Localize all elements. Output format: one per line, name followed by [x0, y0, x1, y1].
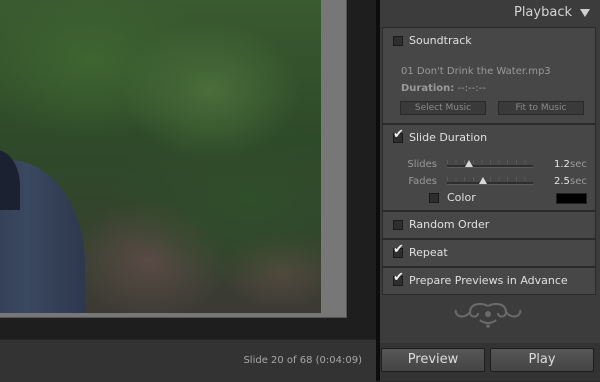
- slides-slider-thumb[interactable]: [464, 160, 473, 167]
- duration-value: --:--:--: [457, 83, 486, 94]
- panel-end-ornament-icon: [454, 303, 522, 328]
- random-order-section: Random Order: [382, 211, 596, 239]
- prepare-previews-checkbox[interactable]: ✔: [393, 271, 404, 286]
- soundtrack-checkbox[interactable]: [393, 36, 403, 46]
- check-mark-icon: ✔: [393, 127, 404, 142]
- repeat-checkbox[interactable]: ✔: [393, 243, 404, 258]
- slide-stage: Slide 20 of 68 (0:04:09): [0, 0, 376, 382]
- random-order-label: Random Order: [409, 218, 490, 231]
- check-mark-icon: ✔: [393, 270, 404, 285]
- slides-slider-track[interactable]: [447, 165, 533, 168]
- repeat-label: Repeat: [409, 246, 448, 259]
- random-order-toggle[interactable]: Random Order: [383, 212, 597, 238]
- collapse-triangle-icon[interactable]: [580, 9, 590, 17]
- color-label: Color: [447, 191, 476, 204]
- slides-value[interactable]: 1.2: [554, 159, 570, 170]
- check-mark-icon: ✔: [393, 242, 404, 257]
- prepare-previews-toggle[interactable]: ✔ Prepare Previews in Advance: [383, 268, 597, 294]
- color-swatch[interactable]: [556, 193, 587, 204]
- preview-button[interactable]: Preview: [381, 348, 485, 372]
- fades-value[interactable]: 2.5: [554, 176, 570, 187]
- fades-slider-label: Fades: [408, 176, 437, 187]
- duration-label: Duration:: [401, 83, 455, 94]
- prepare-previews-label: Prepare Previews in Advance: [409, 274, 568, 287]
- color-row: Color: [383, 190, 597, 208]
- status-bar: Slide 20 of 68 (0:04:09): [0, 339, 376, 382]
- fit-to-music-button[interactable]: Fit to Music: [498, 101, 584, 115]
- random-order-checkbox[interactable]: [393, 220, 403, 230]
- soundtrack-duration: Duration: --:--:--: [401, 83, 486, 94]
- soundtrack-file-name: 01 Don't Drink the Water.mp3: [401, 66, 551, 77]
- fades-slider-ticks: [447, 177, 533, 181]
- playback-panel: Playback Soundtrack 01 Don't Drink the W…: [380, 0, 600, 381]
- play-button[interactable]: Play: [490, 348, 594, 372]
- slide-duration-toggle[interactable]: ✔ Slide Duration: [383, 125, 597, 151]
- color-checkbox[interactable]: [429, 193, 439, 203]
- prepare-previews-section: ✔ Prepare Previews in Advance: [382, 267, 596, 295]
- fades-slider-track[interactable]: [447, 182, 533, 185]
- action-bar: Preview Play: [380, 343, 600, 381]
- slide-photo: [0, 0, 321, 313]
- panel-title: Playback: [513, 5, 572, 20]
- repeat-section: ✔ Repeat: [382, 239, 596, 267]
- fades-slider-thumb[interactable]: [479, 177, 488, 184]
- slide-frame: [0, 0, 347, 318]
- slide-duration-section: ✔ Slide Duration Slides 1.2 sec Fades 2.…: [382, 124, 596, 211]
- slide-duration-label: Slide Duration: [409, 131, 488, 144]
- soundtrack-toggle[interactable]: Soundtrack: [383, 28, 597, 54]
- soundtrack-section: Soundtrack 01 Don't Drink the Water.mp3 …: [382, 27, 596, 124]
- photo-subject-collar: [0, 150, 20, 210]
- slides-slider-row: Slides 1.2 sec: [383, 157, 597, 175]
- slides-unit: sec: [570, 159, 587, 170]
- fades-unit: sec: [570, 176, 587, 187]
- select-music-button[interactable]: Select Music: [400, 101, 486, 115]
- slide-duration-checkbox[interactable]: ✔: [393, 128, 404, 143]
- slide-counter: Slide 20 of 68 (0:04:09): [243, 355, 362, 366]
- repeat-toggle[interactable]: ✔ Repeat: [383, 240, 597, 266]
- slides-slider-label: Slides: [407, 159, 437, 170]
- slides-slider-ticks: [447, 160, 533, 164]
- panel-header[interactable]: Playback: [380, 0, 600, 26]
- soundtrack-label: Soundtrack: [409, 34, 472, 47]
